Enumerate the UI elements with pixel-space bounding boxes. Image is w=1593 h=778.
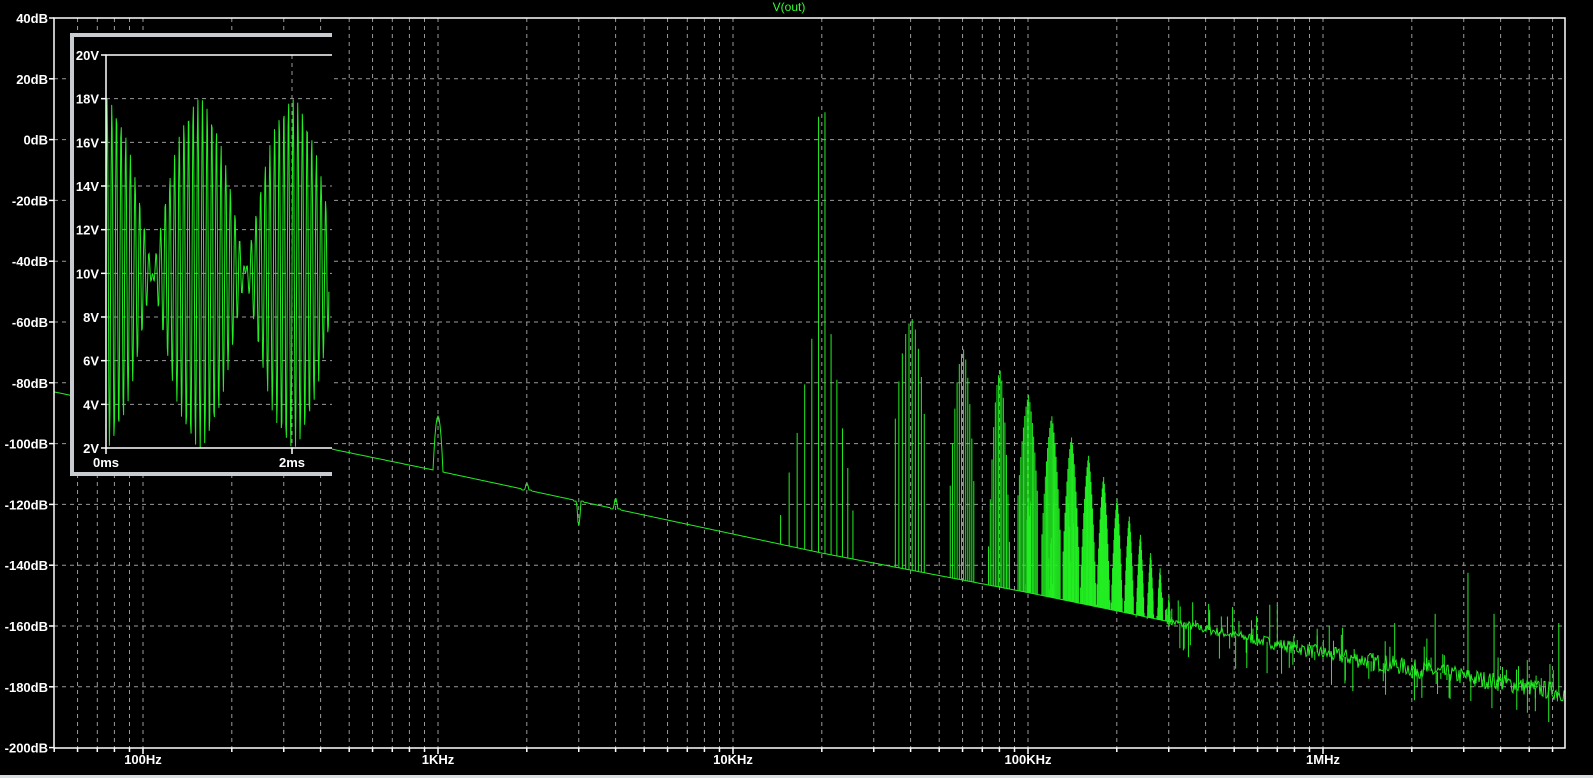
inset-y-tick-label: 6V	[83, 354, 99, 369]
fft-plot[interactable]: V(out) 40dB 20dB 0dB -20dB -40dB -60dB -80dB -1…	[0, 0, 1593, 778]
inset-x-tick-label: 0ms	[93, 455, 119, 470]
y-tick-label: -140dB	[5, 558, 48, 573]
harmonic-cluster	[1062, 437, 1080, 604]
inset-time-plot[interactable]: 20V 18V 16V 14V 12V 10V 8V 6V 4V 2V0ms 2ms	[70, 33, 332, 476]
y-tick-label: -200dB	[5, 741, 48, 756]
harmonic-cluster	[988, 370, 1010, 589]
y-tick-label: -120dB	[5, 497, 48, 512]
inset-y-tick-label: 18V	[76, 92, 99, 107]
harmonic-cluster	[894, 318, 925, 573]
inset-y-tick-label: 2V	[83, 441, 99, 456]
harmonic-cluster	[1079, 455, 1097, 607]
inset-y-tick-label: 4V	[83, 397, 99, 412]
x-tick-label: 100Hz	[124, 752, 162, 767]
x-tick-label: 10KHz	[713, 752, 753, 767]
y-tick-label: -20dB	[12, 193, 48, 208]
y-tick-label: -160dB	[5, 619, 48, 634]
inset-y-tick-label: 10V	[76, 266, 99, 281]
y-tick-label: -60dB	[12, 315, 48, 330]
inset-y-tick-label: 12V	[76, 223, 99, 238]
y-tick-label: 40dB	[16, 11, 48, 26]
harmonic-cluster	[780, 112, 854, 560]
inset-y-tick-label: 14V	[76, 179, 99, 194]
x-tick-label: 100KHz	[1005, 752, 1052, 767]
y-tick-label: -180dB	[5, 680, 48, 695]
inset-y-tick-label: 8V	[83, 310, 99, 325]
x-tick-label: 1KHz	[422, 752, 455, 767]
harmonic-cluster	[1124, 516, 1135, 615]
harmonic-cluster	[1165, 595, 1173, 625]
harmonic-cluster	[949, 349, 975, 583]
trace-title-vout[interactable]: V(out)	[773, 0, 806, 14]
y-tick-label: 20dB	[16, 72, 48, 87]
harmonic-cluster	[1017, 394, 1038, 595]
harmonic-cluster	[1095, 477, 1111, 610]
harmonic-cluster	[1135, 534, 1145, 618]
harmonic-cluster	[1110, 498, 1123, 612]
y-tick-label: -80dB	[12, 376, 48, 391]
harmonic-cluster	[1146, 553, 1155, 619]
harmonic-cluster	[1156, 568, 1163, 621]
y-tick-label: 0dB	[23, 133, 48, 148]
x-tick-label: 1MHz	[1306, 752, 1340, 767]
y-tick-label: -40dB	[12, 254, 48, 269]
inset-y-tick-label: 16V	[76, 135, 99, 150]
y-tick-label: -100dB	[5, 437, 48, 452]
inset-x-tick-label: 2ms	[279, 455, 305, 470]
inset-y-tick-label: 20V	[76, 48, 99, 63]
